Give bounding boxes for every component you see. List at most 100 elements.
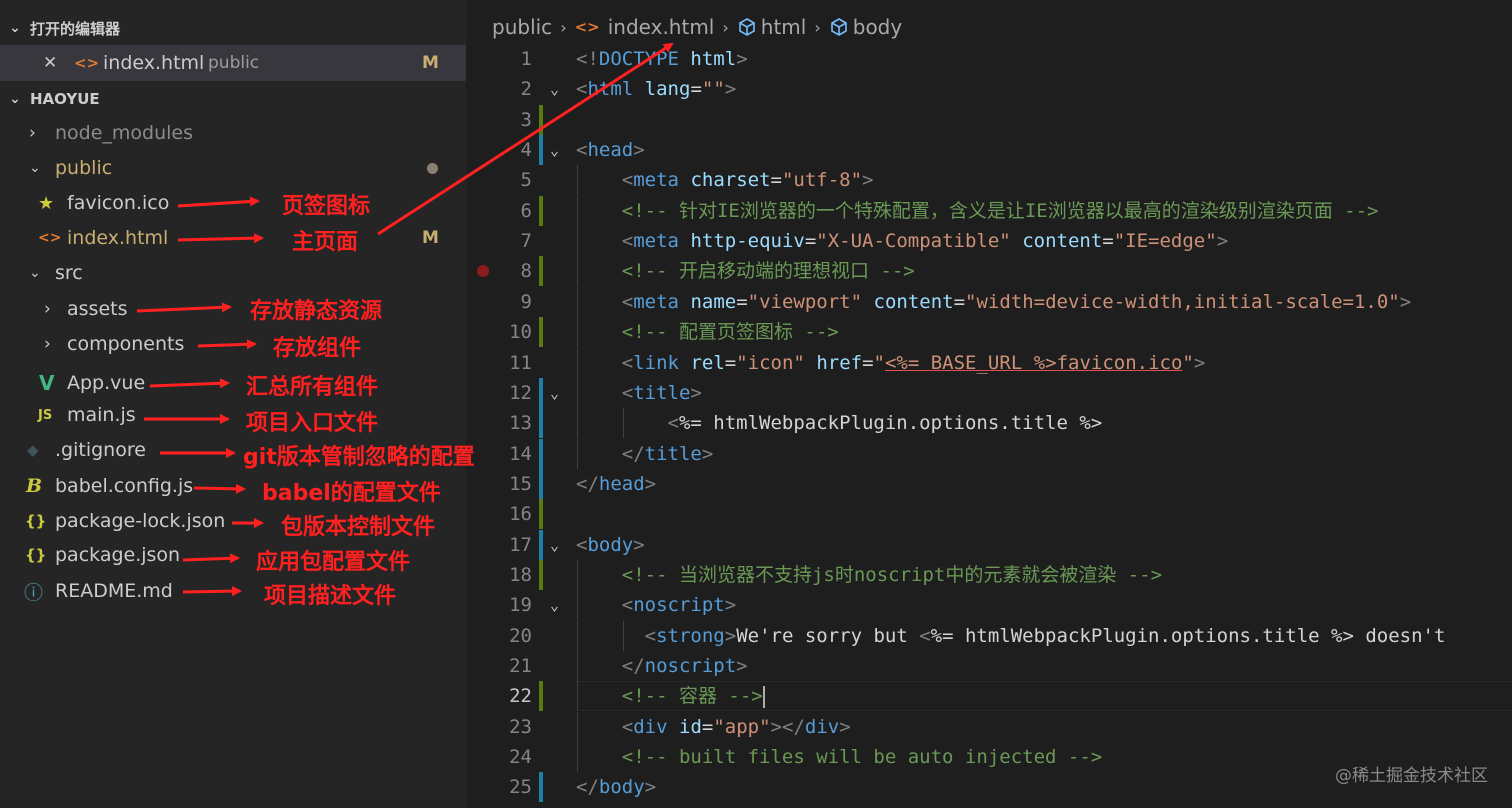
tree-item-index-html[interactable]: <> index.html M <box>0 221 466 255</box>
tree-item-main-js[interactable]: JS main.js <box>0 398 466 432</box>
scm-gutter-indicator[interactable] <box>539 529 543 560</box>
scm-gutter-indicator[interactable] <box>539 438 543 469</box>
scm-gutter-indicator[interactable] <box>539 468 543 499</box>
scm-gutter-indicator[interactable] <box>539 559 543 590</box>
open-editors-title: 打开的编辑器 <box>30 19 121 38</box>
code-text: <meta http-equiv="X-UA-Compatible" conte… <box>621 230 1229 253</box>
code-line[interactable]: 4 ⌄ <head> <box>466 135 1512 166</box>
code-line[interactable]: 14 </title> <box>466 438 1512 469</box>
code-text: <div id="app"></div> <box>621 715 851 738</box>
code-line[interactable]: 17 ⌄ <body> <box>466 529 1512 560</box>
code-text: <strong>We're sorry but <%= htmlWebpackP… <box>644 624 1446 647</box>
code-line[interactable]: 10 <!-- 配置页签图标 --> <box>466 317 1512 348</box>
scm-gutter-indicator[interactable] <box>539 772 543 803</box>
code-line[interactable]: 18 <!-- 当浏览器不支持js时noscript中的元素就会被渲染 --> <box>466 559 1512 590</box>
tree-item-app-vue[interactable]: V App.vue <box>0 366 466 400</box>
tree-item-favicon[interactable]: ★ favicon.ico <box>0 186 466 220</box>
tree-item-assets[interactable]: › assets <box>0 292 466 326</box>
code-line[interactable]: 8 <!-- 开启移动端的理想视口 --> <box>466 256 1512 287</box>
chevron-right-icon: › <box>44 334 51 354</box>
code-text: <!DOCTYPE html> <box>576 48 748 70</box>
line-number: 15 <box>509 472 532 495</box>
chevron-right-icon: › <box>722 17 729 37</box>
scm-gutter-indicator[interactable] <box>539 377 543 408</box>
scm-gutter-indicator[interactable] <box>539 256 543 287</box>
code-text: <head> <box>576 139 645 162</box>
code-line[interactable]: 20 <strong>We're sorry but <%= htmlWebpa… <box>466 620 1512 651</box>
breadcrumb: public › <> index.html › html › body <box>492 10 902 44</box>
code-text: <%= htmlWebpackPlugin.options.title %> <box>667 412 1103 435</box>
scm-gutter-indicator[interactable] <box>539 408 543 439</box>
code-text: </body> <box>576 776 657 799</box>
annotation-favicon: 页签图标 <box>282 194 371 219</box>
close-icon[interactable]: ✕ <box>43 53 57 73</box>
project-header[interactable]: ⌄ HAOYUE <box>0 82 466 116</box>
annotation-babel: babel的配置文件 <box>262 481 441 506</box>
code-line[interactable]: 21 </noscript> <box>466 651 1512 681</box>
code-line[interactable]: 9 <meta name="viewport" content="width=d… <box>466 286 1512 317</box>
code-line[interactable]: 6 <!-- 针对IE浏览器的一个特殊配置，含义是让IE浏览器以最高的渲染级别渲… <box>466 195 1512 226</box>
line-number: 25 <box>509 776 532 799</box>
tree-item-label: .gitignore <box>55 439 146 461</box>
code-line[interactable]: 3 <box>466 104 1512 135</box>
code-line[interactable]: 11 <link rel="icon" href="<%= BASE_URL %… <box>466 347 1512 378</box>
line-number: 7 <box>520 230 532 253</box>
line-number: 17 <box>509 533 532 556</box>
tree-item-label: node_modules <box>55 122 194 144</box>
code-line[interactable]: 22 <!-- 容器 --> <box>466 681 1512 712</box>
code-text: <!-- 当浏览器不支持js时noscript中的元素就会被渲染 --> <box>621 563 1163 586</box>
open-editor-item-index-html[interactable]: ✕ <> index.html public M <box>0 45 466 81</box>
line-number: 20 <box>509 624 532 647</box>
scm-gutter-indicator[interactable] <box>539 499 543 530</box>
tree-item-public[interactable]: ⌄ public <box>0 151 466 185</box>
breadcrumb-item[interactable]: html <box>761 15 807 39</box>
fold-chevron-icon[interactable]: ⌄ <box>550 378 559 408</box>
code-text: <html lang=""> <box>576 78 737 101</box>
code-line[interactable]: 7 <meta http-equiv="X-UA-Compatible" con… <box>466 226 1512 257</box>
line-number: 23 <box>509 715 532 738</box>
tree-item-src[interactable]: ⌄ src <box>0 256 466 290</box>
html-icon: <> <box>574 18 600 36</box>
code-line[interactable]: 19 ⌄ <noscript> <box>466 590 1512 621</box>
code-line[interactable]: 13 <%= htmlWebpackPlugin.options.title %… <box>466 408 1512 439</box>
fold-chevron-icon[interactable]: ⌄ <box>550 530 559 560</box>
scm-gutter-indicator[interactable] <box>539 195 543 226</box>
tree-item-components[interactable]: › components <box>0 327 466 361</box>
line-number: 4 <box>520 139 532 162</box>
fold-chevron-icon[interactable]: ⌄ <box>550 135 559 165</box>
tree-item-label: App.vue <box>67 372 146 394</box>
code-line[interactable]: 2 ⌄ <html lang=""> <box>466 74 1512 104</box>
json-icon: {} <box>25 546 47 564</box>
annotation-app-vue: 汇总所有组件 <box>246 375 379 400</box>
code-line[interactable]: 23 <div id="app"></div> <box>466 711 1512 742</box>
open-editor-folder: public <box>208 53 260 73</box>
tree-item-node-modules[interactable]: › node_modules <box>0 116 466 150</box>
breadcrumb-item[interactable]: index.html <box>608 15 715 39</box>
code-line[interactable]: 16 <box>466 499 1512 530</box>
project-title: HAOYUE <box>30 90 100 108</box>
code-line[interactable]: 1 <!DOCTYPE html> <box>466 44 1512 74</box>
scm-gutter-indicator[interactable] <box>539 317 543 348</box>
scm-gutter-indicator[interactable] <box>539 104 543 135</box>
code-text: <meta charset="utf-8"> <box>621 169 874 192</box>
tree-item-readme[interactable]: ⓘ README.md <box>0 574 466 608</box>
chevron-right-icon: › <box>560 17 567 37</box>
code-editor[interactable]: public › <> index.html › html › body 1 <!… <box>466 0 1512 808</box>
code-text: <link rel="icon" href="<%= BASE_URL %>fa… <box>621 351 1206 374</box>
code-line[interactable]: 12 ⌄ <title> <box>466 377 1512 408</box>
open-editors-header[interactable]: ⌄ 打开的编辑器 <box>0 11 466 45</box>
text-cursor <box>762 685 765 708</box>
code-line[interactable]: 5 <meta charset="utf-8"> <box>466 165 1512 196</box>
scm-gutter-indicator[interactable] <box>539 681 543 712</box>
breadcrumb-item[interactable]: public <box>492 15 552 39</box>
code-text: <!-- 容器 --> <box>621 685 765 708</box>
tree-item-label: favicon.ico <box>67 192 170 214</box>
modified-badge: M <box>422 228 439 248</box>
fold-chevron-icon[interactable]: ⌄ <box>550 74 559 104</box>
breadcrumb-item[interactable]: body <box>853 15 902 39</box>
fold-chevron-icon[interactable]: ⌄ <box>550 590 559 620</box>
code-line[interactable]: 15 </head> <box>466 468 1512 499</box>
scm-gutter-indicator[interactable] <box>539 135 543 166</box>
code-text: <!-- built files will be auto injected -… <box>621 746 1103 769</box>
annotation-components: 存放组件 <box>273 336 362 361</box>
